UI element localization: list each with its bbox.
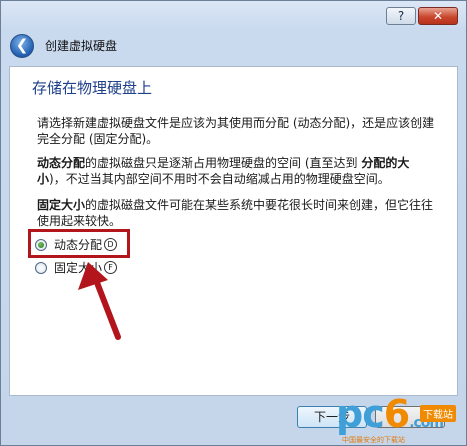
site-watermark: pc6.com 下载站 中国最安全的下载站	[330, 392, 462, 444]
annotation-arrow-icon	[78, 262, 121, 340]
watermark-badge: 下载站	[420, 405, 456, 422]
watermark-tagline: 中国最安全的下载站	[342, 436, 405, 444]
